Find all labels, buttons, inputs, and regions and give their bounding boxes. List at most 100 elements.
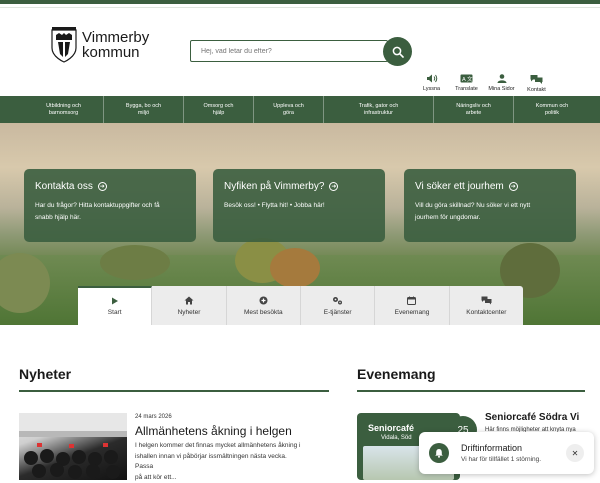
main-navigation: Utbildning och barnomsorg Bygga, bo och mi… [0, 96, 600, 123]
events-divider [357, 390, 585, 392]
event-image-label: Seniorcafé [368, 423, 415, 433]
nav-label-line1: Utbildning och [46, 103, 81, 109]
tab-label: Mest besökta [243, 308, 283, 316]
card-title: Nyfiken på Vimmerby? [224, 181, 325, 192]
card-text-line1: Vill du göra skillnad? Nu söker vi ett n… [415, 202, 531, 209]
news-excerpt: I helgen kommer det finnas mycket allmän… [135, 441, 305, 483]
news-heading: Nyheter [19, 366, 72, 382]
tab-start[interactable]: Start [78, 286, 153, 325]
nav-item-traffic[interactable]: Trafik, gator och infrastruktur [324, 96, 434, 123]
nav-item-education[interactable]: Utbildning och barnomsorg [24, 96, 104, 123]
card-title: Kontakta oss [35, 181, 93, 192]
card-text-line1: Besök oss! • Flytta hit! • Jobba här! [224, 202, 325, 209]
card-contact-us[interactable]: Kontakta oss ➜ Har du frågor? Hitta konta… [24, 169, 196, 242]
disruption-notification[interactable]: Driftinformation Vi har för tillfället 1… [419, 432, 594, 474]
chat-icon [530, 75, 543, 84]
card-title: Vi söker ett jourhem [415, 181, 504, 192]
chat-icon [481, 296, 492, 304]
logo-link[interactable]: Vimmerby kommun [50, 26, 149, 64]
card-text-line2: snabb hjälp här. [35, 214, 81, 221]
tab-events[interactable]: Evenemang [375, 286, 450, 325]
site-header: Vimmerby kommun Lyssna A 文 Translate [0, 8, 600, 96]
card-curious[interactable]: Nyfiken på Vimmerby? ➜ Besök oss! • Flytt… [213, 169, 385, 242]
tool-my-pages-label: Mina Sidor [488, 86, 515, 92]
gears-icon [333, 296, 343, 304]
card-text-line1: Har du frågor? Hitta kontaktuppgifter oc… [35, 202, 160, 209]
nav-label-line2: miljö [137, 109, 150, 116]
nav-item-politics[interactable]: Kommun och politik [514, 96, 590, 123]
tool-contact-label: Kontakt [527, 87, 546, 93]
logo-line-2: kommun [82, 44, 140, 61]
news-excerpt-line1: I helgen kommer det finnas mycket allmän… [135, 442, 301, 449]
tab-e-services[interactable]: E-tjänster [301, 286, 376, 325]
home-icon [184, 296, 194, 304]
hero-tree [270, 248, 320, 288]
plus-circle-icon [259, 296, 268, 304]
search-input[interactable] [190, 40, 388, 62]
arrow-right-icon: ➜ [329, 182, 339, 191]
tool-listen-label: Lyssna [422, 86, 441, 92]
play-icon [111, 297, 118, 305]
tool-translate[interactable]: A 文 Translate [449, 74, 484, 93]
close-notification-button[interactable]: ✕ [566, 444, 584, 462]
tab-news[interactable]: Nyheter [152, 286, 227, 325]
arrow-right-icon: ➜ [97, 182, 107, 191]
nav-label-line1: Kommun och [535, 103, 569, 109]
nav-item-care[interactable]: Omsorg och hjälp [184, 96, 254, 123]
news-excerpt-line2: ishallen innan vi påbörjar issmältningen… [135, 452, 287, 471]
nav-label-line2: hjälp [212, 109, 225, 116]
event-title-link[interactable]: Seniorcafé Södra Vi [485, 412, 579, 423]
tab-most-visited[interactable]: Mest besökta [227, 286, 301, 325]
crest-icon [51, 27, 77, 63]
svg-text:A: A [462, 77, 466, 83]
tab-label: Kontaktcenter [466, 308, 507, 316]
nav-item-building[interactable]: Bygga, bo och miljö [104, 96, 184, 123]
svg-text:文: 文 [467, 75, 473, 83]
news-image[interactable] [19, 413, 127, 480]
news-title-link[interactable]: Allmänhetens åkning i helgen [135, 424, 292, 438]
nav-label-line1: Trafik, gator och [358, 103, 399, 109]
tool-my-pages[interactable]: Mina Sidor [484, 74, 519, 93]
nav-item-experience[interactable]: Uppleva och göra [254, 96, 324, 123]
nav-label-line2: politik [544, 109, 560, 116]
nav-label-line2: göra [282, 109, 294, 116]
search-button[interactable] [383, 37, 412, 66]
card-text-line2: jourhem för ungdomar. [415, 214, 481, 221]
nav-item-business[interactable]: Näringsliv och arbete [434, 96, 514, 123]
nav-label-line1: Näringsliv och [456, 103, 491, 109]
nav-label-line1: Bygga, bo och [125, 103, 162, 109]
events-heading: Evenemang [357, 366, 436, 382]
speaker-icon [426, 74, 437, 83]
tab-label: Evenemang [394, 308, 430, 316]
arrow-right-icon: ➜ [508, 182, 518, 191]
translate-icon: A 文 [460, 74, 473, 83]
news-date: 24 mars 2026 [135, 414, 172, 420]
news-excerpt-line3: på att kör ett... [135, 473, 177, 481]
nav-label-line1: Uppleva och [273, 103, 304, 109]
notification-title: Driftinformation [461, 443, 523, 453]
tab-contact-center[interactable]: Kontaktcenter [450, 286, 523, 325]
news-divider [19, 390, 329, 392]
tool-translate-label: Translate [455, 86, 478, 92]
nav-label-line1: Omsorg och [203, 103, 234, 109]
nav-label-line2: infrastruktur [363, 109, 394, 116]
card-foster-home[interactable]: Vi söker ett jourhem ➜ Vill du göra skill… [404, 169, 576, 242]
event-image-sub: Vidala, Söd [381, 435, 412, 441]
bell-icon [429, 443, 449, 463]
tool-listen[interactable]: Lyssna [414, 74, 449, 93]
tab-label: E-tjänster [323, 308, 352, 316]
tool-contact[interactable]: Kontakt [519, 74, 554, 93]
search-icon [392, 46, 404, 58]
logo-text: Vimmerby kommun [82, 30, 149, 60]
nav-label-line2: arbete [465, 109, 482, 116]
calendar-icon [407, 296, 417, 305]
tool-links: Lyssna A 文 Translate Mina Sidor Kontakt [414, 74, 554, 93]
person-icon [497, 74, 506, 83]
nav-label-line2: barnomsorg [48, 109, 79, 116]
logo-line-1: Vimmerby [82, 29, 150, 46]
hero-tree [100, 245, 170, 280]
quick-tabs: Start Nyheter Mest besökta E-tjänster Ev… [78, 286, 523, 325]
tab-label: Start [107, 309, 122, 316]
top-accent-bar [0, 0, 600, 4]
tab-label: Nyheter [177, 308, 201, 316]
